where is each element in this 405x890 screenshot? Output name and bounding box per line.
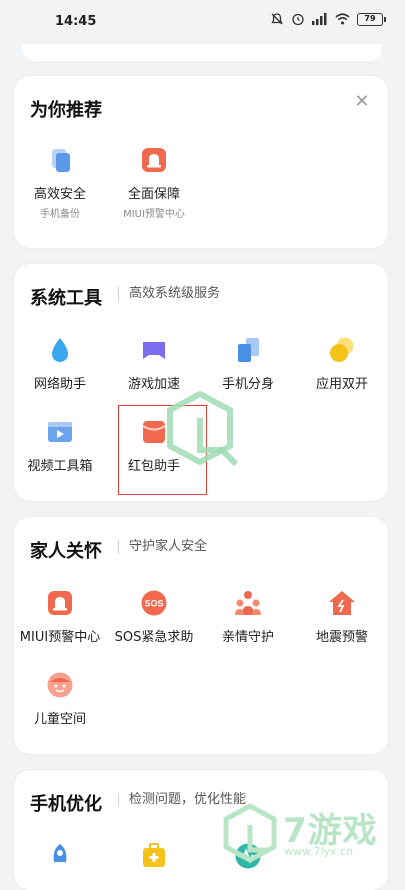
phone-optimize-card: 手机优化 检测问题，优化性能	[14, 770, 388, 890]
dual-apps-icon	[328, 336, 356, 364]
family-item-earthquake[interactable]: 地震预警	[297, 589, 387, 645]
highlight-box	[118, 405, 207, 495]
rocket-icon	[46, 842, 74, 870]
optimize-item-rocket[interactable]	[15, 842, 105, 870]
optimize-item-performance[interactable]	[203, 842, 293, 870]
tool-item-label: 应用双开	[315, 377, 368, 392]
family-item-sos[interactable]: SOS SOS紧急求助	[109, 589, 199, 645]
first-aid-icon	[140, 842, 168, 870]
svg-text:SOS: SOS	[144, 599, 163, 609]
alert-center-icon	[46, 589, 74, 617]
alert-center-icon	[140, 146, 168, 174]
family-item-label: 地震预警	[315, 630, 368, 645]
phone-backup-icon	[46, 146, 74, 174]
family-item-label: 亲情守护	[221, 630, 274, 645]
mute-icon	[271, 13, 283, 25]
earthquake-icon	[328, 589, 356, 617]
wifi-icon	[335, 13, 350, 25]
family-care-card: 家人关怀 守护家人安全 MIUI预警中心 SOS SOS紧急求助 亲情守护 地震…	[14, 517, 388, 754]
tool-item-network[interactable]: 网络助手	[15, 336, 105, 392]
tool-item-label: 网络助手	[33, 377, 86, 392]
system-tools-subtitle: 高效系统级服务	[118, 287, 220, 301]
status-bar: 14:45 79	[0, 0, 405, 44]
recommend-item-alert[interactable]: 全面保障 MIUI预警中心	[109, 146, 199, 220]
recommend-item-sublabel: MIUI预警中心	[123, 209, 185, 220]
family-item-label: MIUI预警中心	[19, 630, 101, 645]
network-drop-icon	[46, 336, 74, 364]
optimize-item-first-aid[interactable]	[109, 842, 199, 870]
phone-optimize-subtitle: 检测问题，优化性能	[118, 793, 246, 807]
recommend-item-label: 全面保障	[127, 187, 180, 202]
family-item-guard[interactable]: 亲情守护	[203, 589, 293, 645]
alarm-icon	[292, 13, 304, 26]
kids-space-icon	[46, 671, 74, 699]
dual-space-icon	[234, 336, 262, 364]
family-care-subtitle: 守护家人安全	[118, 540, 207, 554]
family-item-label: 儿童空间	[33, 712, 86, 727]
recommend-item-sublabel: 手机备份	[40, 209, 80, 220]
family-guard-icon	[234, 589, 262, 617]
battery-icon: 79	[357, 12, 386, 26]
status-time: 14:45	[55, 14, 97, 29]
gamepad-icon	[140, 336, 168, 364]
close-icon[interactable]: ✕	[354, 93, 370, 111]
family-item-kids[interactable]: 儿童空间	[15, 671, 105, 727]
family-care-title: 家人关怀	[30, 541, 102, 562]
heartbeat-icon	[234, 842, 262, 870]
tool-item-game[interactable]: 游戏加速	[109, 336, 199, 392]
tool-item-dual-space[interactable]: 手机分身	[203, 336, 293, 392]
recommend-item-label: 高效安全	[33, 187, 86, 202]
sos-icon: SOS	[140, 589, 168, 617]
recommend-title: 为你推荐	[30, 100, 102, 121]
recommend-item-backup[interactable]: 高效安全 手机备份	[15, 146, 105, 220]
tool-item-label: 游戏加速	[127, 377, 180, 392]
recommend-card: 为你推荐 ✕ 高效安全 手机备份 全面保障 MIUI预警中心	[14, 76, 388, 248]
previous-card-edge	[22, 44, 382, 63]
tool-item-dual-apps[interactable]: 应用双开	[297, 336, 387, 392]
family-item-label: SOS紧急求助	[114, 630, 194, 645]
video-toolbox-icon	[46, 418, 74, 446]
tool-item-video[interactable]: 视频工具箱	[15, 418, 105, 474]
phone-optimize-title: 手机优化	[30, 794, 102, 815]
signal-icon	[312, 13, 327, 25]
tool-item-label: 视频工具箱	[27, 459, 93, 474]
system-tools-title: 系统工具	[30, 288, 102, 309]
tool-item-label: 手机分身	[221, 377, 274, 392]
family-item-alert[interactable]: MIUI预警中心	[15, 589, 105, 645]
status-icons: 79	[270, 12, 386, 26]
